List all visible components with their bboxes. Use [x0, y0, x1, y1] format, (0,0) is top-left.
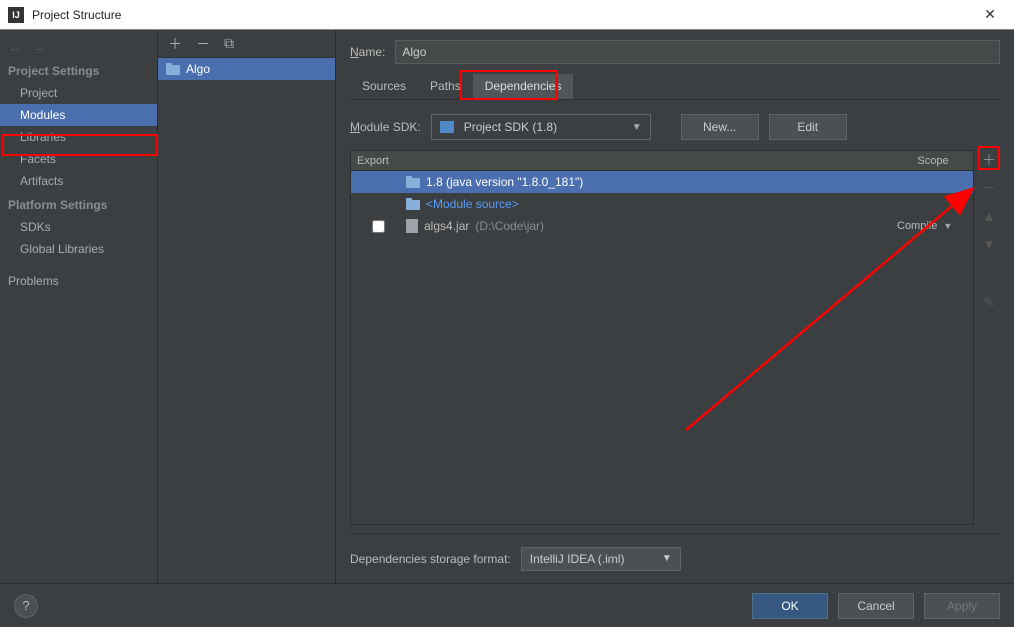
sidebar-item-facets[interactable]: Facets [0, 148, 157, 170]
module-sdk-label: Module SDK: [350, 120, 421, 134]
add-dependency-icon[interactable]: ＋ [979, 150, 999, 170]
deps-side-toolbar: ＋ － ▲ ▼ ✎ [978, 150, 1000, 525]
sidebar: ← → Project Settings Project Modules Lib… [0, 30, 158, 583]
edit-dependency-icon[interactable]: ✎ [979, 292, 999, 312]
jar-icon [406, 219, 418, 233]
dep-name: 1.8 (java version "1.8.0_181") [426, 175, 583, 189]
folder-icon [406, 176, 420, 188]
edit-button[interactable]: Edit [769, 114, 847, 140]
col-scope: Scope [893, 151, 973, 170]
app-icon: IJ [8, 7, 24, 23]
dep-name: <Module source> [426, 197, 519, 211]
sidebar-item-artifacts[interactable]: Artifacts [0, 170, 157, 192]
dep-row-sdk[interactable]: 1.8 (java version "1.8.0_181") [351, 171, 973, 193]
tab-sources[interactable]: Sources [350, 74, 418, 99]
folder-icon [406, 198, 420, 210]
sidebar-item-sdks[interactable]: SDKs [0, 216, 157, 238]
sidebar-item-problems[interactable]: Problems [0, 270, 157, 292]
nav-forward-icon[interactable]: → [32, 39, 46, 55]
module-item-label: Algo [186, 62, 210, 76]
tabs: Sources Paths Dependencies [350, 74, 1000, 100]
sidebar-item-libraries[interactable]: Libraries [0, 126, 157, 148]
sidebar-item-project[interactable]: Project [0, 82, 157, 104]
dep-export-checkbox[interactable] [372, 220, 385, 233]
dep-path: (D:\Code\jar) [475, 219, 544, 233]
tab-dependencies[interactable]: Dependencies [473, 74, 574, 99]
module-sdk-value: Project SDK (1.8) [464, 120, 557, 134]
dependencies-table: Export Scope 1.8 (java version "1.8.0_18… [350, 150, 974, 525]
remove-module-icon[interactable]: － [196, 34, 210, 54]
sdk-icon [440, 121, 454, 133]
module-name-input[interactable] [395, 40, 1000, 64]
folder-icon [166, 63, 180, 75]
sidebar-item-global-libraries[interactable]: Global Libraries [0, 238, 157, 260]
apply-button[interactable]: Apply [924, 593, 1000, 619]
dep-name: algs4.jar [424, 219, 469, 233]
tab-paths[interactable]: Paths [418, 74, 473, 99]
storage-label: Dependencies storage format: [350, 552, 511, 566]
dep-row-jar[interactable]: algs4.jar (D:\Code\jar) Compile▼ [351, 215, 973, 237]
section-project-settings: Project Settings [0, 58, 157, 82]
storage-value: IntelliJ IDEA (.iml) [530, 552, 625, 566]
sidebar-item-modules[interactable]: Modules [0, 104, 157, 126]
move-down-icon[interactable]: ▼ [979, 234, 999, 254]
move-up-icon[interactable]: ▲ [979, 206, 999, 226]
name-label: Name: [350, 45, 385, 59]
close-icon[interactable]: ✕ [974, 6, 1006, 23]
dep-row-module-source[interactable]: <Module source> [351, 193, 973, 215]
module-list: ＋ － ⧉ Algo [158, 30, 336, 583]
copy-module-icon[interactable]: ⧉ [224, 35, 234, 52]
chevron-down-icon: ▼ [632, 122, 642, 133]
module-sdk-select[interactable]: Project SDK (1.8) ▼ [431, 114, 651, 140]
col-export: Export [351, 151, 406, 170]
footer: ? OK Cancel Apply [0, 583, 1014, 627]
add-module-icon[interactable]: ＋ [168, 34, 182, 54]
storage-format-select[interactable]: IntelliJ IDEA (.iml) ▼ [521, 547, 681, 571]
chevron-down-icon: ▼ [662, 553, 672, 564]
new-button[interactable]: New... [681, 114, 759, 140]
ok-button[interactable]: OK [752, 593, 828, 619]
remove-dependency-icon[interactable]: － [979, 178, 999, 198]
nav-back-icon[interactable]: ← [8, 39, 22, 55]
help-button[interactable]: ? [14, 594, 38, 618]
module-item-algo[interactable]: Algo [158, 58, 335, 80]
section-platform-settings: Platform Settings [0, 192, 157, 216]
window-title: Project Structure [32, 8, 974, 22]
module-panel: Name: Sources Paths Dependencies Module … [336, 30, 1014, 583]
cancel-button[interactable]: Cancel [838, 593, 914, 619]
dep-scope-select[interactable]: Compile▼ [893, 220, 973, 232]
titlebar: IJ Project Structure ✕ [0, 0, 1014, 30]
